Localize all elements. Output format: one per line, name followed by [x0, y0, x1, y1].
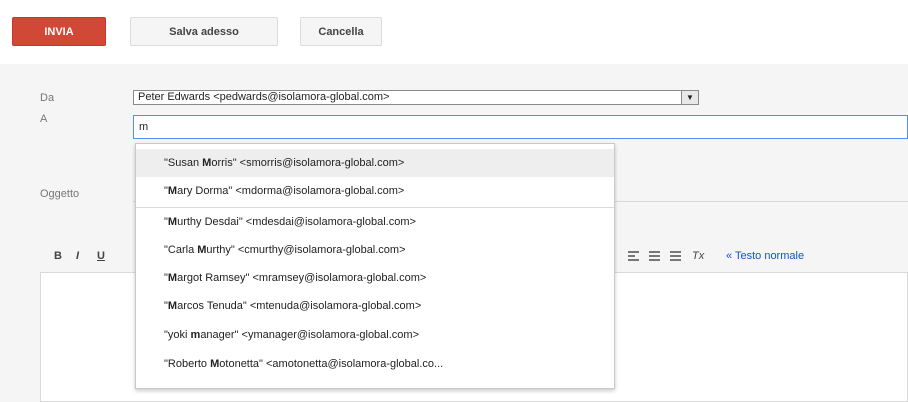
suggestion-item[interactable]: "Murthy Desdai" <mdesdai@isolamora-globa…: [136, 208, 614, 236]
to-input[interactable]: m: [133, 115, 908, 139]
recipient-autocomplete: "Susan Morris" <smorris@isolamora-global…: [135, 143, 615, 389]
suggestion-item[interactable]: "Susan Morris" <smorris@isolamora-global…: [136, 149, 614, 177]
align-right-icon[interactable]: [670, 251, 681, 261]
compose-toolbar: INVIA Salva adesso Cancella: [0, 0, 908, 64]
suggestion-item[interactable]: "Mary Dorma" <mdorma@isolamora-global.co…: [136, 177, 614, 205]
chevron-down-icon[interactable]: ▼: [681, 91, 698, 104]
suggestion-item[interactable]: "Marcos Tenuda" <mtenuda@isolamora-globa…: [136, 292, 614, 320]
suggestion-item[interactable]: "Carla Murthy" <cmurthy@isolamora-global…: [136, 236, 614, 264]
send-button[interactable]: INVIA: [12, 17, 106, 46]
underline-button[interactable]: U: [97, 242, 105, 270]
align-left-icon[interactable]: [628, 251, 639, 261]
to-label: A: [40, 113, 48, 125]
from-select[interactable]: Peter Edwards <pedwards@isolamora-global…: [133, 90, 699, 105]
italic-button[interactable]: I: [76, 242, 79, 270]
bold-button[interactable]: B: [54, 242, 62, 270]
align-center-icon[interactable]: [649, 251, 660, 261]
clear-formatting-icon[interactable]: Tx: [692, 242, 704, 270]
save-now-button[interactable]: Salva adesso: [130, 17, 278, 46]
to-value: m: [139, 121, 149, 133]
subject-label: Oggetto: [40, 188, 80, 200]
suggestion-item[interactable]: "Margot Ramsey" <mramsey@isolamora-globa…: [136, 264, 614, 292]
suggestion-item[interactable]: "yoki manager" <ymanager@isolamora-globa…: [136, 321, 614, 349]
cancel-button[interactable]: Cancella: [300, 17, 382, 46]
from-label: Da: [40, 92, 55, 104]
from-value: Peter Edwards <pedwards@isolamora-global…: [138, 91, 390, 103]
suggestion-item[interactable]: "Roberto Motonetta" <amotonetta@isolamor…: [136, 350, 614, 378]
text-style-dropdown[interactable]: « Testo normale: [726, 242, 804, 270]
